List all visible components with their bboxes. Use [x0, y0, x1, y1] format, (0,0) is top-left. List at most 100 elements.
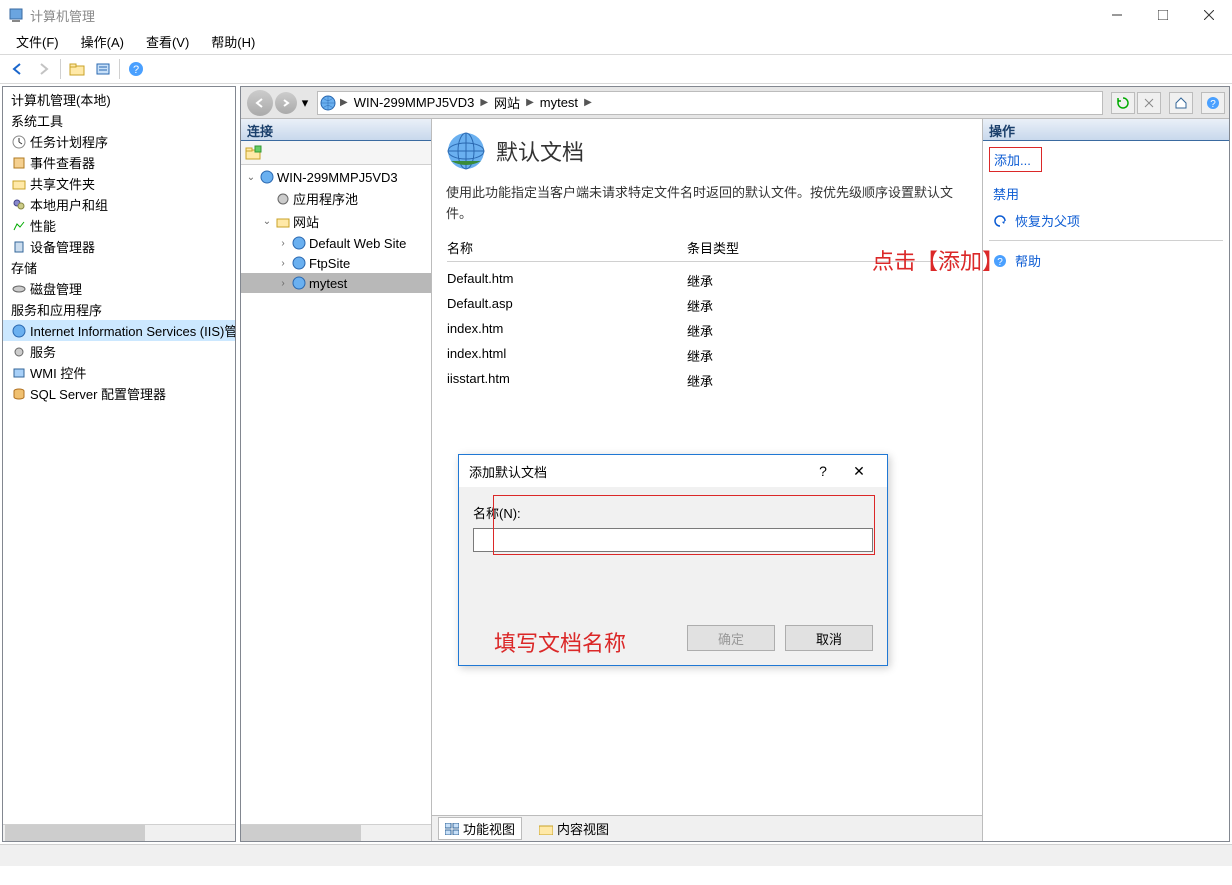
list-row[interactable]: index.html继承: [447, 343, 967, 368]
nav-back-button[interactable]: [247, 90, 273, 116]
dialog-close-button[interactable]: ✕: [841, 457, 877, 485]
action-revert[interactable]: 恢复为父项: [989, 207, 1223, 234]
action-help[interactable]: ? 帮助: [989, 247, 1223, 274]
tree-wmi[interactable]: WMI 控件: [3, 362, 235, 383]
bc-site[interactable]: mytest: [536, 95, 582, 110]
iis-icon: [11, 323, 27, 339]
dialog-name-input[interactable]: [473, 528, 873, 552]
dialog-name-label: 名称(N):: [473, 503, 873, 522]
conn-server[interactable]: ⌄WIN-299MMPJ5VD3: [241, 167, 431, 187]
action-add[interactable]: 添加...: [989, 147, 1042, 172]
svg-text:?: ?: [1210, 99, 1216, 110]
col-type-header[interactable]: 条目类型: [687, 238, 797, 257]
tree-root[interactable]: 计算机管理(本地): [3, 89, 235, 110]
device-icon: [11, 239, 27, 255]
dialog-help-button[interactable]: ?: [805, 457, 841, 485]
actions-panel: 操作 添加... 禁用 恢复为父项 ? 帮助: [983, 119, 1229, 841]
folder-add-icon[interactable]: [245, 145, 263, 161]
tree-device-manager[interactable]: 设备管理器: [3, 236, 235, 257]
tool-help-icon[interactable]: ?: [124, 57, 148, 81]
folder-icon: [539, 823, 553, 835]
conn-app-pools[interactable]: 应用程序池: [241, 187, 431, 210]
titlebar: 计算机管理: [0, 0, 1232, 30]
connections-scrollbar[interactable]: [241, 824, 431, 841]
tree-storage[interactable]: 存储: [3, 257, 235, 278]
conn-site-1[interactable]: ›FtpSite: [241, 253, 431, 273]
server-icon: [259, 169, 275, 185]
menu-action[interactable]: 操作(A): [71, 30, 134, 53]
nav-forward-button[interactable]: [275, 92, 297, 114]
dialog-cancel-button[interactable]: 取消: [785, 625, 873, 651]
list-row[interactable]: Default.htm继承: [447, 268, 967, 293]
app-icon: [8, 7, 24, 23]
breadcrumb[interactable]: ▶ WIN-299MMPJ5VD3 ▶ 网站 ▶ mytest ▶: [317, 91, 1103, 115]
home-button[interactable]: [1169, 92, 1193, 114]
tab-feature-view[interactable]: 功能视图: [438, 817, 522, 840]
list-row[interactable]: iisstart.htm继承: [447, 368, 967, 393]
conn-sites[interactable]: ⌄网站: [241, 210, 431, 233]
bc-server[interactable]: WIN-299MMPJ5VD3: [350, 95, 479, 110]
list-row[interactable]: Default.asp继承: [447, 293, 967, 318]
statusbar: [0, 844, 1232, 866]
tab-content-view[interactable]: 内容视图: [532, 817, 616, 840]
tree-iis-manager[interactable]: Internet Information Services (IIS)管理器: [3, 320, 235, 341]
menu-file[interactable]: 文件(F): [6, 30, 69, 53]
forward-button[interactable]: [32, 57, 56, 81]
globe-icon: [291, 255, 307, 271]
dialog-ok-button[interactable]: 确定: [687, 625, 775, 651]
list-row[interactable]: index.htm继承: [447, 318, 967, 343]
close-button[interactable]: [1186, 0, 1232, 30]
page-title: 默认文档: [496, 135, 584, 167]
clock-icon: [11, 134, 27, 150]
mmc-tree-panel: 计算机管理(本地) 系统工具 任务计划程序 事件查看器 共享文件夹 本地用户和组…: [2, 86, 236, 842]
menu-help[interactable]: 帮助(H): [201, 30, 265, 53]
connections-panel: 连接 ⌄WIN-299MMPJ5VD3 应用程序池 ⌄网站 ›Default W…: [241, 119, 432, 841]
event-icon: [11, 155, 27, 171]
tree-system-tools[interactable]: 系统工具: [3, 110, 235, 131]
page-description: 使用此功能指定当客户端未请求特定文件名时返回的默认文件。按优先级顺序设置默认文件…: [446, 183, 968, 225]
svg-text:?: ?: [133, 64, 139, 76]
action-disable[interactable]: 禁用: [989, 180, 1223, 207]
refresh-button[interactable]: [1111, 92, 1135, 114]
feature-globe-icon: [446, 131, 486, 171]
conn-site-2[interactable]: ›mytest: [241, 273, 431, 293]
stop-button[interactable]: [1137, 92, 1161, 114]
default-docs-list: 名称 条目类型 Default.htm继承 Default.asp继承 inde…: [446, 237, 968, 394]
nav-history-dropdown[interactable]: ▾: [299, 94, 311, 112]
globe-icon: [318, 95, 338, 111]
left-scrollbar[interactable]: [3, 824, 235, 841]
gear-icon: [11, 344, 27, 360]
tree-event-viewer[interactable]: 事件查看器: [3, 152, 235, 173]
tree-services[interactable]: 服务: [3, 341, 235, 362]
svg-text:?: ?: [997, 257, 1003, 268]
tree-sqlserver[interactable]: SQL Server 配置管理器: [3, 383, 235, 404]
users-icon: [11, 197, 27, 213]
tree-shared-folders[interactable]: 共享文件夹: [3, 173, 235, 194]
bc-sites[interactable]: 网站: [490, 93, 524, 112]
tree-services-apps[interactable]: 服务和应用程序: [3, 299, 235, 320]
bottom-tabs: 功能视图 内容视图: [432, 815, 982, 841]
grid-icon: [445, 823, 459, 835]
tree-task-scheduler[interactable]: 任务计划程序: [3, 131, 235, 152]
tree-local-users[interactable]: 本地用户和组: [3, 194, 235, 215]
maximize-button[interactable]: [1140, 0, 1186, 30]
connections-header: 连接: [241, 119, 431, 141]
window-title: 计算机管理: [30, 6, 1094, 25]
tool-folder-icon[interactable]: [65, 57, 89, 81]
tool-properties-icon[interactable]: [91, 57, 115, 81]
revert-icon: [993, 214, 1007, 228]
globe-icon: [291, 275, 307, 291]
minimize-button[interactable]: [1094, 0, 1140, 30]
tree-performance[interactable]: 性能: [3, 215, 235, 236]
conn-site-0[interactable]: ›Default Web Site: [241, 233, 431, 253]
disk-icon: [11, 281, 27, 297]
folder-icon: [11, 176, 27, 192]
gear-icon: [275, 191, 291, 207]
help-icon-button[interactable]: ?: [1201, 92, 1225, 114]
back-button[interactable]: [6, 57, 30, 81]
col-name-header[interactable]: 名称: [447, 238, 687, 257]
sql-icon: [11, 386, 27, 402]
menu-view[interactable]: 查看(V): [136, 30, 199, 53]
tree-disk-management[interactable]: 磁盘管理: [3, 278, 235, 299]
dialog-title: 添加默认文档: [469, 462, 805, 481]
